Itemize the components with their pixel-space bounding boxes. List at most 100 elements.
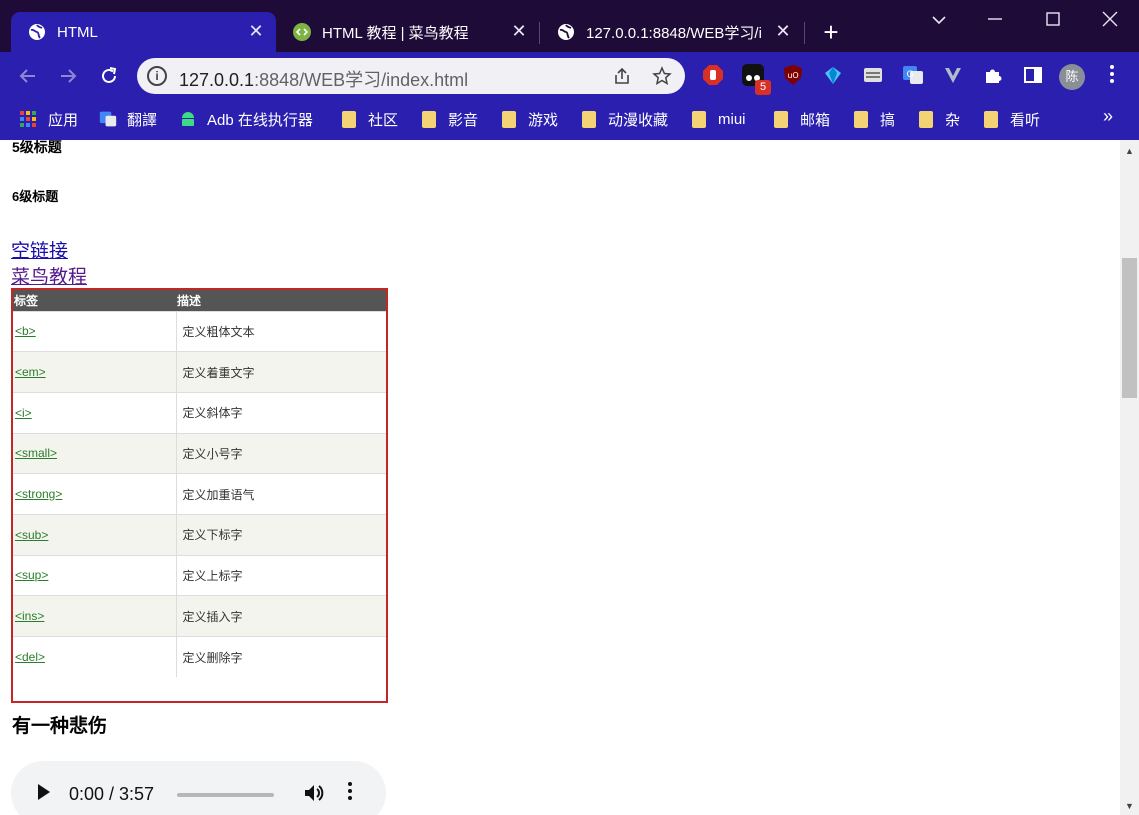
tag-link[interactable]: <small> bbox=[15, 446, 57, 460]
table-row: <sup> 定义上标字 bbox=[13, 554, 386, 596]
tab-runoob[interactable]: HTML 教程 | 菜鸟教程 ✕ bbox=[276, 12, 539, 52]
audio-progress-slider[interactable] bbox=[177, 793, 274, 797]
site-info-icon[interactable]: i bbox=[147, 66, 167, 86]
bookmark-folder[interactable]: 社区 bbox=[342, 108, 398, 130]
bookmark-label: miui bbox=[718, 110, 746, 128]
forward-icon[interactable] bbox=[54, 62, 82, 90]
description-cell: 定义加重语气 bbox=[176, 473, 386, 515]
tag-link[interactable]: <sup> bbox=[15, 568, 48, 582]
stop-hand-extension-icon[interactable] bbox=[702, 64, 724, 86]
scroll-up-icon[interactable]: ▲ bbox=[1125, 146, 1134, 156]
reader-extension-icon[interactable] bbox=[862, 64, 884, 86]
bookmark-label: 动漫收藏 bbox=[608, 111, 669, 129]
empty-link[interactable]: 空链接 bbox=[11, 236, 68, 263]
tag-link[interactable]: <i> bbox=[15, 406, 32, 420]
close-tab-icon[interactable]: ✕ bbox=[509, 21, 529, 41]
bookmark-folder[interactable]: 动漫收藏 bbox=[582, 108, 668, 130]
table-row: <b> 定义粗体文本 bbox=[13, 310, 386, 352]
scrollbar-thumb[interactable] bbox=[1122, 258, 1137, 398]
tag-link[interactable]: <ins> bbox=[15, 609, 44, 623]
back-icon[interactable] bbox=[14, 62, 42, 90]
play-icon[interactable] bbox=[38, 784, 50, 800]
tag-cell: <i> bbox=[13, 391, 177, 434]
minimize-icon[interactable] bbox=[983, 8, 1007, 32]
table-body: <b> 定义粗体文本 <em> 定义着重文字 <i> 定义斜体字 <small> 定义小号字 <… bbox=[13, 310, 386, 678]
share-icon[interactable] bbox=[612, 66, 632, 86]
tag-reference-frame: 标签 描述 <b> 定义粗体文本 <em> 定义着重文字 <i> 定义斜体字 <small>… bbox=[11, 288, 388, 703]
scroll-down-icon[interactable]: ▼ bbox=[1125, 801, 1134, 811]
page-viewport: 5级标题 6级标题 空链接 菜鸟教程 标签 描述 <b> 定义粗体文本 <em> 定义… bbox=[0, 140, 1120, 815]
page-scrollbar[interactable]: ▲ ▼ bbox=[1120, 140, 1139, 815]
close-tab-icon[interactable]: ✕ bbox=[773, 21, 793, 41]
tag-link[interactable]: <sub> bbox=[15, 528, 48, 542]
column-header-tag: 标签 bbox=[13, 290, 176, 311]
tag-link[interactable]: <strong> bbox=[15, 487, 62, 501]
bookmark-label: 看听 bbox=[1010, 111, 1041, 129]
tab-html[interactable]: HTML ✕ bbox=[11, 12, 276, 52]
close-tab-icon[interactable]: ✕ bbox=[246, 21, 266, 41]
audio-more-icon[interactable] bbox=[347, 781, 353, 807]
address-bar[interactable]: i 127.0.0.1:8848/WEB学习/index.html bbox=[137, 58, 685, 94]
tag-cell: <small> bbox=[13, 432, 177, 474]
translate-icon[interactable]: G bbox=[902, 64, 924, 86]
folder-icon bbox=[854, 110, 868, 128]
browser-menu-icon[interactable] bbox=[1104, 64, 1120, 88]
url-text[interactable]: 127.0.0.1:8848/WEB学习/index.html bbox=[179, 66, 468, 92]
table-row: <del> 定义删除字 bbox=[13, 636, 386, 678]
tab-localhost[interactable]: 127.0.0.1:8848/WEB学习/i ✕ bbox=[540, 12, 803, 52]
folder-icon bbox=[342, 110, 356, 128]
tab-title: HTML 教程 | 菜鸟教程 bbox=[322, 24, 469, 42]
tag-link[interactable]: <del> bbox=[15, 650, 45, 664]
folder-icon bbox=[502, 110, 516, 128]
globe-icon bbox=[557, 23, 575, 41]
runoob-link[interactable]: 菜鸟教程 bbox=[11, 262, 87, 289]
maximize-icon[interactable] bbox=[1041, 8, 1065, 32]
bookmark-folder[interactable]: 影音 bbox=[422, 108, 478, 130]
tab-separator bbox=[804, 22, 805, 44]
bookmark-folder[interactable]: miui bbox=[692, 108, 746, 130]
tab-title: HTML bbox=[57, 23, 98, 41]
bookmarks-overflow-icon[interactable]: » bbox=[1103, 106, 1113, 127]
tag-link[interactable]: <b> bbox=[15, 324, 36, 338]
table-row: <strong> 定义加重语气 bbox=[13, 473, 386, 515]
ublock-icon[interactable]: uO bbox=[782, 64, 804, 86]
volume-icon[interactable] bbox=[303, 783, 325, 803]
bookmark-star-icon[interactable] bbox=[652, 66, 672, 86]
side-panel-icon[interactable] bbox=[1022, 64, 1044, 86]
new-tab-button[interactable]: + bbox=[818, 19, 844, 46]
browser-toolbar: i 127.0.0.1:8848/WEB学习/index.html 5 uO G… bbox=[0, 52, 1139, 100]
bookmark-translate[interactable]: 翻譯 bbox=[99, 108, 157, 130]
extension-badge: 5 bbox=[755, 80, 771, 95]
bookmark-folder[interactable]: 搞 bbox=[854, 108, 895, 130]
bookmark-label: 搞 bbox=[880, 111, 896, 129]
profile-avatar[interactable]: 陈 bbox=[1059, 64, 1085, 90]
svg-text:uO: uO bbox=[787, 71, 798, 80]
tag-cell: <del> bbox=[13, 636, 177, 678]
tag-link[interactable]: <em> bbox=[15, 365, 46, 379]
description-cell: 定义斜体字 bbox=[176, 391, 386, 434]
description-cell: 定义着重文字 bbox=[176, 351, 386, 393]
reload-icon[interactable] bbox=[95, 62, 123, 90]
extensions-puzzle-icon[interactable] bbox=[982, 64, 1004, 86]
table-row: <ins> 定义插入字 bbox=[13, 595, 386, 637]
close-window-icon[interactable] bbox=[1098, 8, 1122, 32]
diamond-extension-icon[interactable] bbox=[822, 64, 844, 86]
tab-search-icon[interactable] bbox=[927, 8, 951, 32]
bookmark-folder[interactable]: 邮箱 bbox=[774, 108, 830, 130]
description-cell: 定义粗体文本 bbox=[176, 310, 386, 352]
tag-cell: <strong> bbox=[13, 473, 177, 515]
bookmark-adb[interactable]: Adb 在线执行器 bbox=[179, 108, 313, 130]
svg-text:G: G bbox=[907, 70, 914, 80]
bookmarks-bar: 应用 翻譯 Adb 在线执行器 社区 影音 游戏 动漫收藏 miui 邮箱 搞 … bbox=[0, 100, 1139, 140]
vimium-icon[interactable] bbox=[942, 64, 964, 86]
bookmark-apps[interactable]: 应用 bbox=[20, 108, 78, 130]
android-icon bbox=[179, 110, 197, 128]
bookmark-label: Adb 在线执行器 bbox=[207, 111, 313, 129]
folder-icon bbox=[422, 110, 436, 128]
bookmark-label: 游戏 bbox=[528, 111, 559, 129]
bookmark-folder[interactable]: 看听 bbox=[984, 108, 1040, 130]
bookmark-folder[interactable]: 游戏 bbox=[502, 108, 558, 130]
song-title: 有一种悲伤 bbox=[12, 716, 108, 737]
heading-level-5: 5级标题 bbox=[12, 140, 62, 155]
bookmark-folder[interactable]: 杂 bbox=[919, 108, 960, 130]
